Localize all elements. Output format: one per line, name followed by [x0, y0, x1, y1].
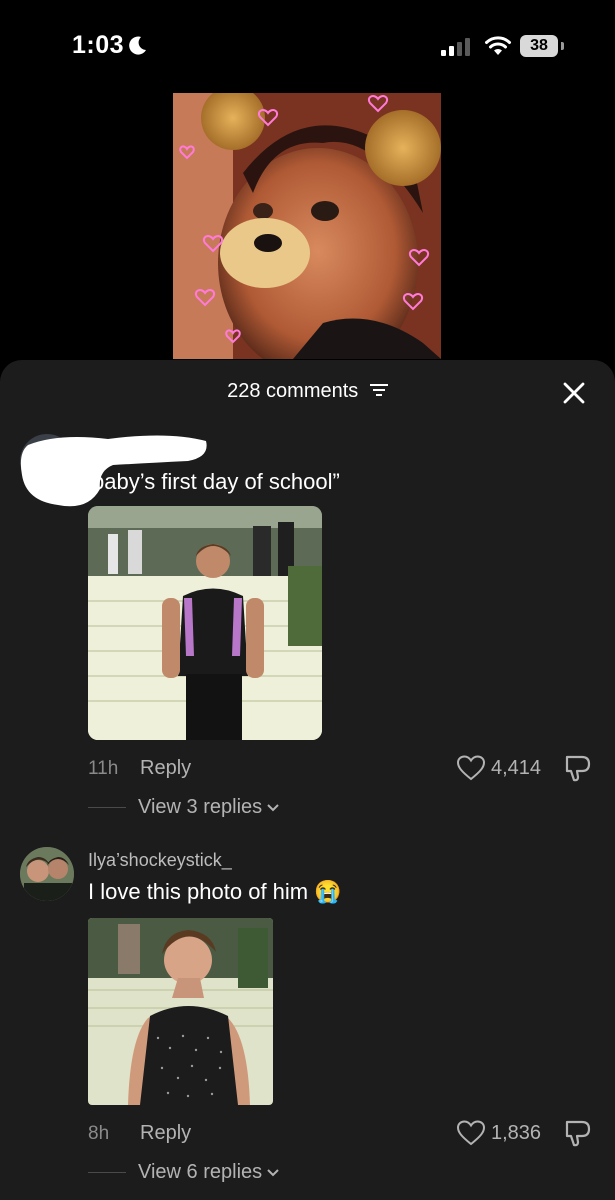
- moon-icon: [129, 36, 146, 55]
- view-replies-label: View 6 replies: [138, 1161, 263, 1183]
- bear-filter-photo: [173, 93, 441, 359]
- video-preview[interactable]: [173, 93, 441, 359]
- like-count: 1,836: [491, 1121, 542, 1144]
- chevron-down-icon: [267, 1168, 279, 1176]
- sort-icon[interactable]: [369, 382, 388, 398]
- battery-tip: [561, 42, 564, 50]
- close-icon[interactable]: [560, 379, 588, 407]
- reply-button[interactable]: Reply: [140, 757, 191, 780]
- battery-icon: 38: [520, 35, 558, 57]
- divider: [88, 1172, 126, 1173]
- battery-level: 38: [530, 37, 548, 54]
- comment-photo[interactable]: [88, 918, 273, 1105]
- comment-text: baby’s first day of school”: [92, 469, 340, 494]
- like-button[interactable]: 4,414: [457, 755, 541, 781]
- comment-photo[interactable]: [88, 506, 322, 740]
- signal-icon: [441, 38, 470, 56]
- reply-button[interactable]: Reply: [140, 1122, 191, 1145]
- comment-text: I love this photo of him 😭: [88, 879, 342, 904]
- view-replies-label: View 3 replies: [138, 796, 263, 818]
- comment-time: 8h: [88, 1123, 110, 1144]
- wifi-icon: [485, 36, 511, 55]
- view-replies-button[interactable]: View 3 replies: [138, 796, 280, 819]
- heart-icon: [457, 1120, 485, 1146]
- dislike-icon[interactable]: [565, 1120, 591, 1148]
- chevron-down-icon: [267, 803, 279, 811]
- status-time: 1:03: [72, 31, 125, 59]
- divider: [88, 807, 126, 808]
- like-count: 4,414: [491, 756, 542, 779]
- status-bar: 1:03 38: [0, 0, 615, 95]
- avatar[interactable]: [20, 847, 74, 901]
- comments-count: 228 comments: [227, 380, 359, 402]
- heart-icon: [457, 755, 485, 781]
- comment-username[interactable]: Ilya’shockeystick_: [88, 850, 232, 871]
- dislike-icon[interactable]: [565, 755, 591, 783]
- view-replies-button[interactable]: View 6 replies: [138, 1161, 280, 1184]
- comments-header: 228 comments: [0, 380, 615, 403]
- comment-time: 11h: [88, 758, 119, 779]
- comments-sheet: 228 comments baby’s first day of school”: [0, 360, 615, 1200]
- like-button[interactable]: 1,836: [457, 1120, 541, 1146]
